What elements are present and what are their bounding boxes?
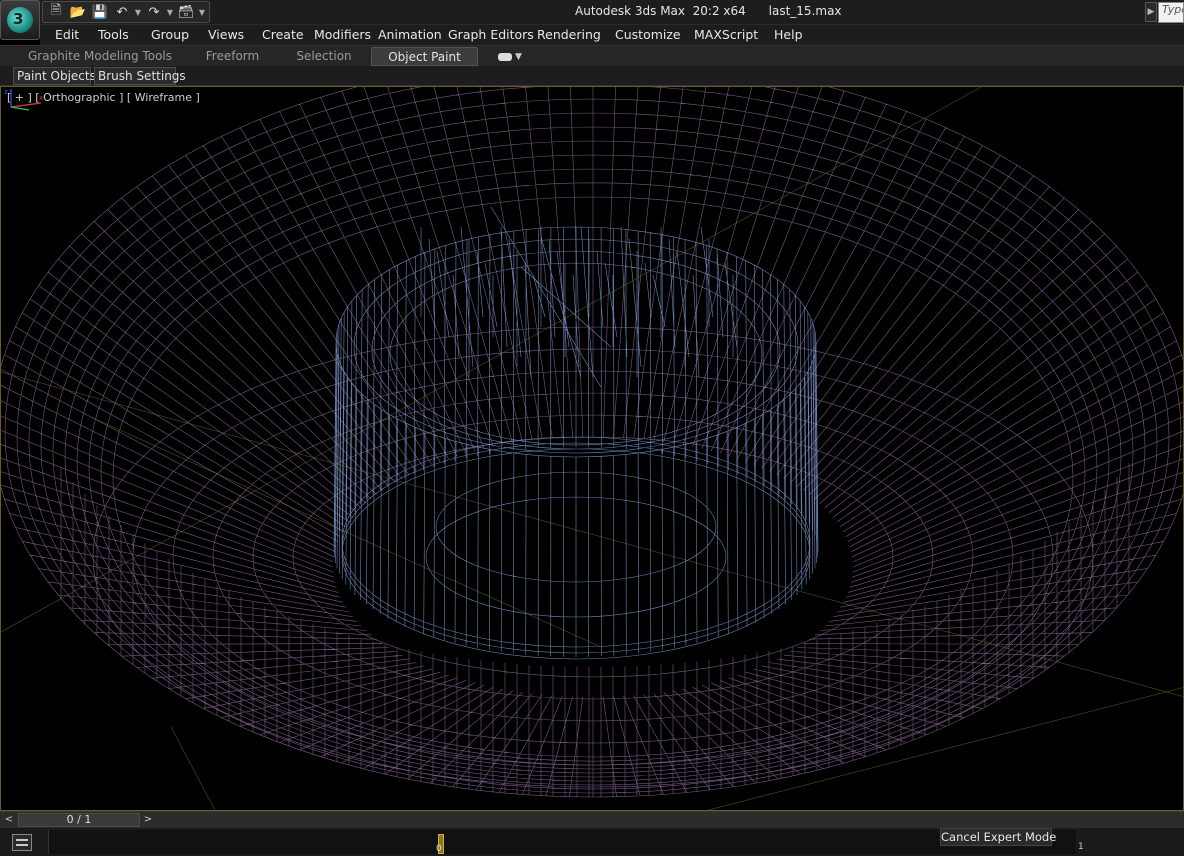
wireframe-scene <box>1 87 1183 810</box>
time-frame-readout[interactable]: 0 / 1 <box>18 813 140 827</box>
menu-views[interactable]: Views <box>208 27 244 42</box>
search-input[interactable]: Type <box>1158 2 1184 23</box>
ribbon-panel: Paint Objects Brush Settings <box>0 66 1184 86</box>
viewport-orthographic[interactable]: [ + ] [ Orthographic ] [ Wireframe ] x z <box>0 86 1184 811</box>
qat-customize-icon[interactable]: ▼ <box>198 3 206 21</box>
undo-dropdown-icon[interactable]: ▼ <box>134 3 142 21</box>
menu-edit[interactable]: Edit <box>55 27 79 42</box>
open-file-icon[interactable]: 📂 <box>68 3 88 21</box>
axis-gizmo-icon: x z <box>4 88 43 111</box>
redo-icon[interactable]: ↷ <box>144 3 164 21</box>
redo-dropdown-icon[interactable]: ▼ <box>166 3 174 21</box>
time-next-button[interactable]: > <box>141 813 155 827</box>
menu-tools[interactable]: Tools <box>98 27 129 42</box>
time-slider: < 0 / 1 > <box>0 811 1184 828</box>
title-bar: 3 🗎 📂 💾 ↶ ▼ ↷ ▼ 🗃 ▼ Autodesk 3ds Max 20:… <box>0 0 1184 40</box>
time-prev-button[interactable]: < <box>2 813 16 827</box>
menu-help[interactable]: Help <box>774 27 803 42</box>
svg-text:x: x <box>39 94 43 102</box>
outer-disc-wire <box>1 87 1183 798</box>
undo-icon[interactable]: ↶ <box>112 3 132 21</box>
track-bar[interactable]: 0 <box>48 830 1076 854</box>
app-logo-button[interactable]: 3 <box>0 0 40 40</box>
tab-selection[interactable]: Selection <box>286 47 362 66</box>
tab-object-paint[interactable]: Object Paint <box>371 47 478 66</box>
menu-maxscript[interactable]: MAXScript <box>694 27 758 42</box>
save-icon[interactable]: 💾 <box>90 3 110 21</box>
track-view-icon[interactable] <box>12 834 32 851</box>
ribbon-tabs: Graphite Modeling Tools Freeform Selecti… <box>0 45 1184 66</box>
tab-freeform[interactable]: Freeform <box>195 47 270 66</box>
menu-group[interactable]: Group <box>151 27 189 42</box>
menu-customize[interactable]: Customize <box>615 27 681 42</box>
track-start-label: 0 <box>436 844 442 854</box>
inner-cylinder-wire <box>333 206 819 660</box>
app-logo-glyph: 3 <box>13 10 24 28</box>
cancel-expert-mode-button[interactable]: Cancel Expert Mode <box>940 828 1056 846</box>
quick-access-toolbar: 🗎 📂 💾 ↶ ▼ ↷ ▼ 🗃 ▼ <box>42 1 210 23</box>
paint-objects-button[interactable]: Paint Objects <box>13 67 96 85</box>
brush-settings-button[interactable]: Brush Settings <box>94 67 186 85</box>
ribbon-options-button[interactable]: ▼ <box>498 49 528 64</box>
search-expand-icon[interactable]: ▶ <box>1145 2 1157 22</box>
menu-graph-editors[interactable]: Graph Editors <box>448 27 534 42</box>
project-folder-icon[interactable]: 🗃 <box>176 3 196 21</box>
menu-bar: Edit Tools Group Views Create Modifiers … <box>40 25 1184 45</box>
chevron-down-icon: ▼ <box>515 51 522 62</box>
track-end-label: 1 <box>1078 842 1084 852</box>
menu-rendering[interactable]: Rendering <box>537 27 601 42</box>
tab-graphite-modeling-tools[interactable]: Graphite Modeling Tools <box>20 47 180 66</box>
menu-create[interactable]: Create <box>262 27 304 42</box>
status-bar: 0 Cancel Expert Mode 1 <box>0 828 1184 856</box>
window-title: Autodesk 3ds Max 20:2 x64 last_15.max <box>575 4 842 18</box>
menu-modifiers[interactable]: Modifiers <box>314 27 371 42</box>
new-file-icon[interactable]: 🗎 <box>46 3 66 21</box>
ribbon-toggle-icon <box>498 52 512 61</box>
menu-animation[interactable]: Animation <box>378 27 442 42</box>
svg-text:z: z <box>4 88 8 96</box>
